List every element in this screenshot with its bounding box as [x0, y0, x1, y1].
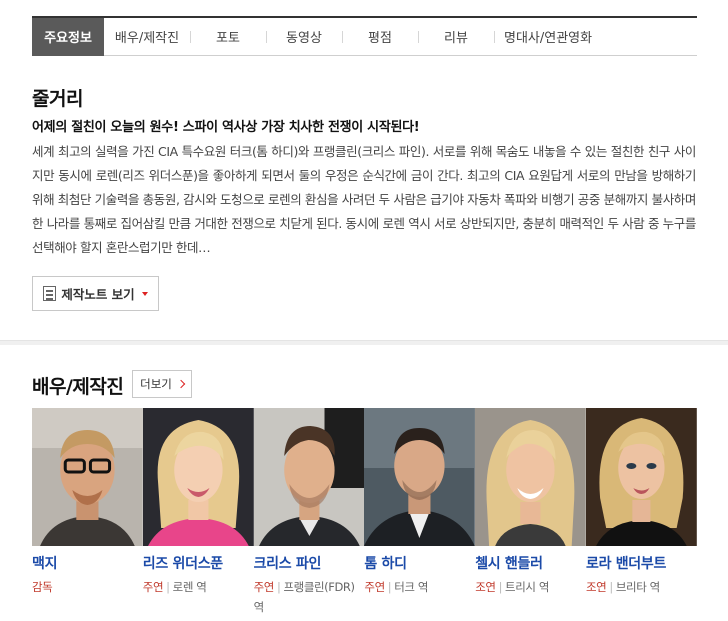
cast-name[interactable]: 톰 하디	[364, 553, 475, 573]
cast-photo[interactable]	[253, 408, 365, 546]
synopsis-body: 세계 최고의 실력을 가진 CIA 특수요원 터크(톰 하디)와 프랭클린(크리…	[32, 144, 696, 255]
production-note-label: 제작노트 보기	[61, 287, 135, 302]
role-type: 주연	[253, 580, 275, 594]
cast-name[interactable]: 첼시 핸들러	[475, 553, 586, 573]
production-note-button[interactable]: 제작노트 보기	[32, 276, 159, 311]
more-label: 더보기	[140, 377, 172, 391]
tab-review[interactable]: 리뷰	[418, 18, 494, 56]
cast-photo[interactable]	[585, 408, 697, 546]
synopsis-headline: 어제의 절친이 오늘의 원수! 스파이 역사상 가장 치사한 전쟁이 시작된다!	[32, 120, 420, 135]
cast-item: 톰 하디 주연 | 터크 역	[364, 408, 476, 617]
movie-tabs: 주요정보 배우/제작진 포토 동영상 평점 리뷰 명대사/연관영화	[32, 16, 697, 56]
cast-item: 리즈 위더스푼 주연 | 로렌 역	[142, 408, 254, 617]
cast-item: 크리스 파인 주연 | 프랭클린(FDR) 역	[253, 408, 365, 617]
tab-quotes-related[interactable]: 명대사/연관영화	[494, 18, 694, 56]
role-type: 주연	[364, 580, 385, 594]
caret-down-icon	[141, 291, 148, 296]
cast-role: 주연 | 터크 역	[364, 577, 475, 597]
separator: |	[387, 580, 392, 594]
cast-role: 조연 | 트리시 역	[475, 577, 586, 597]
cast-name[interactable]: 리즈 위더스푼	[143, 553, 254, 573]
tab-cast-crew[interactable]: 배우/제작진	[104, 18, 190, 56]
cast-role: 조연 | 브리타 역	[586, 577, 697, 597]
tab-rating[interactable]: 평점	[342, 18, 418, 56]
role-name: 로렌 역	[172, 580, 207, 594]
cast-item: 맥지 감독	[32, 408, 143, 617]
cast-photo[interactable]	[32, 408, 143, 546]
cast-name[interactable]: 크리스 파인	[254, 553, 365, 573]
role-name: 트리시 역	[505, 580, 550, 594]
cast-role: 주연 | 프랭클린(FDR) 역	[254, 577, 365, 617]
cast-photo[interactable]	[142, 408, 254, 546]
separator: |	[609, 580, 613, 594]
cast-role: 주연 | 로렌 역	[143, 577, 254, 597]
role-type: 조연	[475, 580, 496, 594]
cast-name[interactable]: 로라 밴더부트	[586, 553, 697, 573]
role-name: 터크 역	[394, 580, 429, 594]
cast-item: 첼시 핸들러 조연 | 트리시 역	[475, 408, 586, 617]
separator: |	[276, 580, 281, 594]
tab-main-info[interactable]: 주요정보	[32, 17, 104, 56]
cast-role: 감독	[32, 577, 143, 597]
document-icon	[43, 286, 57, 301]
cast-photo[interactable]	[364, 408, 476, 546]
cast-list: 맥지 감독 리즈 위더스푼 주연 | 로렌 역 크리스 파인 주연 | 프랭클린…	[32, 408, 697, 617]
separator: |	[498, 580, 503, 594]
tab-video[interactable]: 동영상	[266, 18, 342, 56]
role-type: 감독	[32, 580, 53, 594]
synopsis-title: 줄거리	[32, 88, 83, 110]
separator: |	[166, 580, 170, 594]
chevron-right-icon	[176, 379, 186, 389]
role-name: 브리타 역	[615, 580, 660, 594]
more-button[interactable]: 더보기	[132, 370, 192, 398]
cast-name[interactable]: 맥지	[32, 553, 143, 573]
cast-item: 로라 밴더부트 조연 | 브리타 역	[585, 408, 697, 617]
role-type: 주연	[142, 580, 164, 594]
tab-photo[interactable]: 포토	[190, 18, 266, 56]
cast-photo[interactable]	[475, 408, 586, 546]
section-divider	[0, 340, 728, 345]
cast-section-title: 배우/제작진	[32, 376, 124, 398]
role-type: 조연	[585, 580, 607, 594]
